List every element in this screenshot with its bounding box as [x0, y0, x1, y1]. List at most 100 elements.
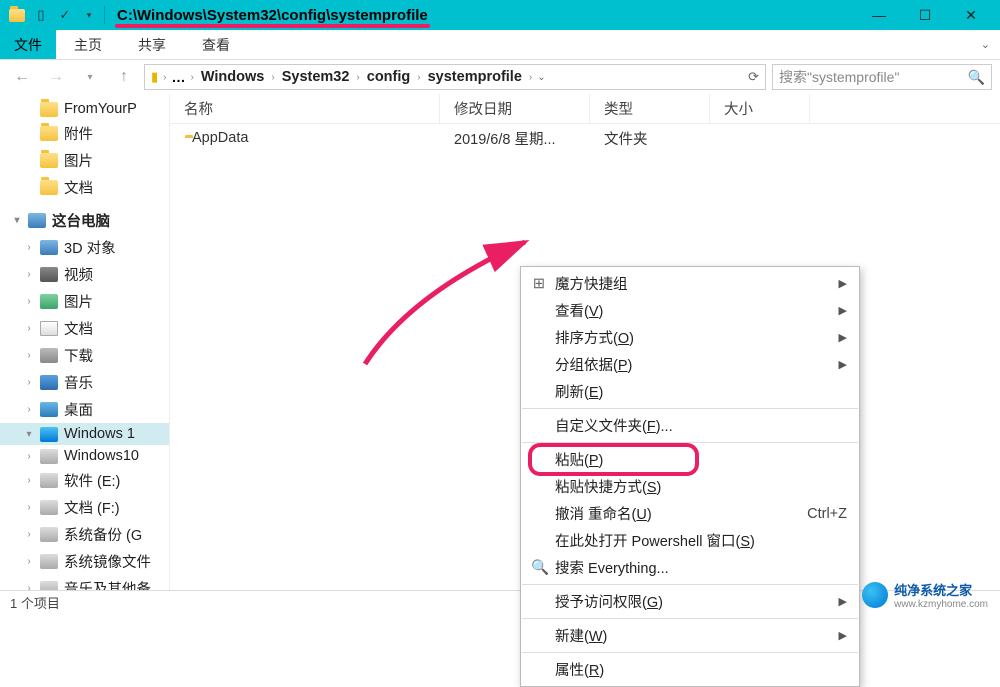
- breadcrumb-segment[interactable]: System32: [280, 69, 352, 85]
- chevron-right-icon[interactable]: ›: [417, 72, 420, 83]
- expand-icon[interactable]: ›: [24, 529, 34, 540]
- sidebar-item[interactable]: ▾这台电脑: [0, 207, 169, 234]
- qat-item[interactable]: ▯: [30, 4, 52, 26]
- expand-icon[interactable]: ›: [24, 323, 34, 334]
- menu-label: 查看(V): [555, 300, 603, 321]
- drive-icon: [40, 473, 58, 488]
- context-menu-item[interactable]: 粘贴(P): [521, 446, 859, 473]
- chevron-right-icon[interactable]: ›: [356, 72, 359, 83]
- sidebar-item[interactable]: ▾Windows 1: [0, 423, 169, 445]
- up-button[interactable]: ↑: [110, 64, 138, 90]
- col-name[interactable]: 名称: [170, 94, 440, 123]
- sidebar-item[interactable]: 文档: [0, 174, 169, 201]
- context-menu-item[interactable]: 新建(W)▶: [521, 622, 859, 649]
- drive-icon: [40, 581, 58, 590]
- recent-dropdown-icon[interactable]: ▾: [76, 64, 104, 90]
- context-menu-item[interactable]: 刷新(E): [521, 378, 859, 405]
- sidebar-item[interactable]: ›3D 对象: [0, 234, 169, 261]
- expand-icon[interactable]: ›: [24, 269, 34, 280]
- minimize-button[interactable]: —: [856, 0, 902, 30]
- back-button[interactable]: ←: [8, 64, 36, 90]
- tab-view[interactable]: 查看: [184, 30, 248, 59]
- expand-icon[interactable]: ›: [24, 556, 34, 567]
- context-menu-item[interactable]: 在此处打开 Powershell 窗口(S): [521, 527, 859, 554]
- expand-icon[interactable]: ›: [24, 404, 34, 415]
- qat-dropdown-icon[interactable]: ▾: [78, 4, 100, 26]
- sidebar-item[interactable]: 图片: [0, 147, 169, 174]
- context-menu-item[interactable]: 属性(R): [521, 656, 859, 683]
- close-button[interactable]: ✕: [948, 0, 994, 30]
- ellipsis-icon[interactable]: …: [172, 69, 186, 85]
- chevron-right-icon[interactable]: ›: [163, 72, 166, 83]
- file-row[interactable]: AppData 2019/6/8 星期... 文件夹: [170, 124, 1000, 152]
- sidebar-item-label: 视频: [64, 264, 93, 285]
- chevron-right-icon: ▶: [839, 304, 847, 317]
- context-menu-item[interactable]: 排序方式(O)▶: [521, 324, 859, 351]
- sidebar-item[interactable]: › 视频: [0, 261, 169, 288]
- context-menu-item[interactable]: 粘贴快捷方式(S): [521, 473, 859, 500]
- context-menu-item[interactable]: 授予访问权限(G)▶: [521, 588, 859, 615]
- sidebar-item[interactable]: ›系统备份 (G: [0, 521, 169, 548]
- expand-icon[interactable]: ›: [24, 350, 34, 361]
- sidebar-item[interactable]: FromYourP: [0, 98, 169, 120]
- sidebar-item[interactable]: ›音乐: [0, 369, 169, 396]
- crumb-dropdown-icon[interactable]: ⌄: [537, 72, 545, 83]
- sidebar-item[interactable]: ›下载: [0, 342, 169, 369]
- sidebar-item-label: 图片: [64, 291, 93, 312]
- col-date[interactable]: 修改日期: [440, 94, 590, 123]
- sidebar-item[interactable]: › 图片: [0, 288, 169, 315]
- forward-button[interactable]: →: [42, 64, 70, 90]
- sidebar-item-label: Windows10: [64, 448, 139, 464]
- search-input[interactable]: 搜索"systemprofile" 🔍: [772, 64, 992, 90]
- context-menu-item[interactable]: 🔍搜索 Everything...: [521, 554, 859, 581]
- tab-file[interactable]: 文件: [0, 30, 56, 59]
- expand-icon[interactable]: ›: [24, 451, 34, 462]
- sidebar-item[interactable]: ›文档 (F:): [0, 494, 169, 521]
- expand-icon[interactable]: ▾: [12, 215, 22, 226]
- context-menu: ⊞魔方快捷组▶查看(V)▶排序方式(O)▶分组依据(P)▶刷新(E)自定义文件夹…: [520, 266, 860, 687]
- tab-share[interactable]: 共享: [120, 30, 184, 59]
- breadcrumb-segment[interactable]: systemprofile: [426, 69, 524, 85]
- menu-label: 新建(W): [555, 625, 607, 646]
- expand-icon[interactable]: ›: [24, 242, 34, 253]
- chevron-right-icon[interactable]: ›: [271, 72, 274, 83]
- expand-icon[interactable]: ›: [24, 583, 34, 590]
- breadcrumb[interactable]: ▮ › … › Windows › System32 › config › sy…: [144, 64, 766, 90]
- file-name: AppData: [192, 130, 248, 146]
- expand-icon[interactable]: ▾: [24, 429, 34, 440]
- sidebar-item[interactable]: ›桌面: [0, 396, 169, 423]
- breadcrumb-segment[interactable]: Windows: [199, 69, 267, 85]
- sidebar-item-label: 软件 (E:): [64, 470, 120, 491]
- drive-icon: [40, 554, 58, 569]
- context-menu-item[interactable]: 撤消 重命名(U)Ctrl+Z: [521, 500, 859, 527]
- col-size[interactable]: 大小: [710, 94, 810, 123]
- sidebar-item[interactable]: ›音乐及其他备: [0, 575, 169, 590]
- search-icon: 🔍: [968, 69, 985, 86]
- sidebar-item[interactable]: ›文档: [0, 315, 169, 342]
- refresh-icon[interactable]: ⟳: [748, 69, 759, 85]
- ribbon-collapse-icon[interactable]: ⌄: [981, 38, 990, 51]
- expand-icon[interactable]: ›: [24, 475, 34, 486]
- expand-icon[interactable]: ›: [24, 296, 34, 307]
- maximize-button[interactable]: ☐: [902, 0, 948, 30]
- qat-item[interactable]: ✓: [54, 4, 76, 26]
- sidebar-item[interactable]: › 软件 (E:): [0, 467, 169, 494]
- sidebar-item[interactable]: 附件: [0, 120, 169, 147]
- sidebar-item[interactable]: › Windows10: [0, 445, 169, 467]
- expand-icon[interactable]: ›: [24, 502, 34, 513]
- col-type[interactable]: 类型: [590, 94, 710, 123]
- chevron-right-icon[interactable]: ›: [529, 72, 532, 83]
- context-menu-item[interactable]: 分组依据(P)▶: [521, 351, 859, 378]
- chevron-right-icon: ▶: [839, 331, 847, 344]
- window-controls: — ☐ ✕: [856, 0, 994, 30]
- chevron-right-icon: ▶: [839, 595, 847, 608]
- context-menu-item[interactable]: 查看(V) ▶: [521, 297, 859, 324]
- chevron-right-icon[interactable]: ›: [191, 72, 194, 83]
- breadcrumb-segment[interactable]: config: [365, 69, 413, 85]
- folder-icon: [40, 102, 58, 117]
- tab-home[interactable]: 主页: [56, 30, 120, 59]
- context-menu-item[interactable]: 自定义文件夹(F)...: [521, 412, 859, 439]
- sidebar-item[interactable]: ›系统镜像文件: [0, 548, 169, 575]
- context-menu-item[interactable]: ⊞魔方快捷组▶: [521, 270, 859, 297]
- expand-icon[interactable]: ›: [24, 377, 34, 388]
